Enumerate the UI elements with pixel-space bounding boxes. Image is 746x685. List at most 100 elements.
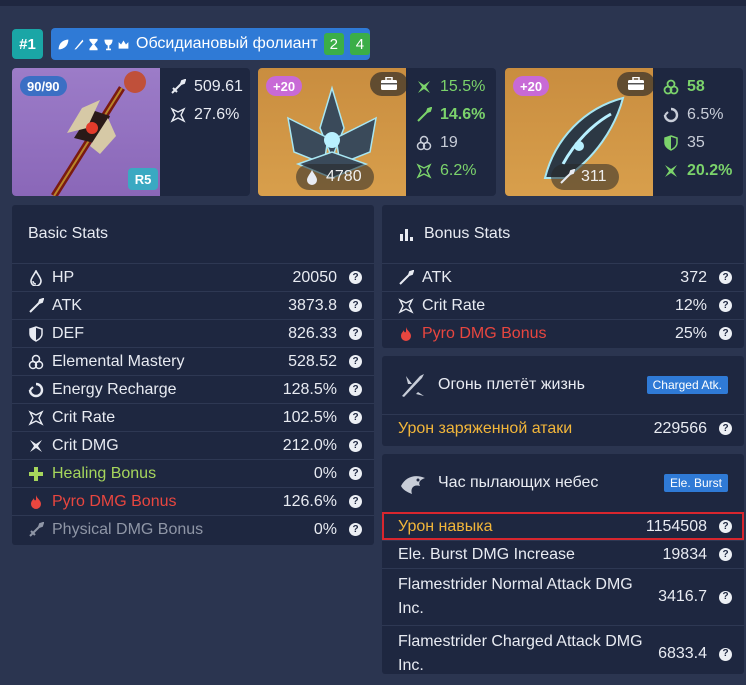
set-icons [57, 38, 130, 51]
bonus-row-pyro-dmg-bonus: Pyro DMG Bonus 25% ? [382, 319, 744, 347]
artifact-card-circlet[interactable]: +20 311 58 6.5% 35 20.2% [505, 68, 743, 196]
help-icon[interactable]: ? [719, 520, 732, 533]
bonus-stats-header: Bonus Stats [382, 205, 744, 263]
toolbox-icon [381, 77, 397, 90]
artifact1-substat-2: 14.6% [416, 104, 485, 125]
help-icon[interactable]: ? [349, 271, 362, 284]
stat-row-physical-dmg-bonus: Physical DMG Bonus 0% ? [12, 515, 374, 543]
stat-row-pyro-dmg-bonus: Pyro DMG Bonus 126.6% ? [12, 487, 374, 515]
help-icon[interactable]: ? [719, 327, 732, 340]
def-shield-icon [664, 134, 678, 151]
stat-row-def: DEF 826.33 ? [12, 319, 374, 347]
set-count-4: 4 [349, 33, 370, 55]
hp-drop-icon [30, 269, 42, 286]
crit-dmg-icon [418, 80, 430, 93]
artifact-level-badge: +20 [266, 76, 303, 96]
toolbox-button[interactable] [370, 72, 408, 96]
basic-stats-header: Basic Stats [12, 205, 374, 263]
help-icon[interactable]: ? [719, 647, 732, 661]
artifact-main-stat: 311 [551, 164, 619, 190]
weapon-level-badge: 90/90 [20, 76, 67, 96]
stat-row-crit-dmg: Crit DMG 212.0% ? [12, 431, 374, 459]
atk-sword-icon [399, 269, 414, 285]
artifact-card-goblet[interactable]: +20 4780 15.5% 14.6% 19 6.2% [258, 68, 496, 196]
energy-recharge-icon [28, 382, 44, 397]
artifact-set-badge[interactable]: Обсидиановый фолиант 2 4 [51, 28, 370, 60]
artifact-level-badge: +20 [513, 76, 550, 96]
stat-row-atk: ATK 3873.8 ? [12, 291, 374, 319]
help-icon[interactable]: ? [349, 467, 362, 480]
hourglass-icon [89, 38, 98, 50]
help-icon[interactable]: ? [719, 548, 732, 561]
artifact1-substat-4: 6.2% [416, 160, 485, 181]
stat-row-energy-recharge: Energy Recharge 128.5% ? [12, 375, 374, 403]
crit-rate-icon [398, 297, 414, 314]
basic-stats-panel: Basic Stats HP 20050 ? ATK 3873.8 ? DEF … [12, 205, 374, 545]
rank-badge: #1 [12, 29, 43, 59]
artifact2-substat-4: 20.2% [663, 160, 732, 181]
weapon-card[interactable]: 90/90 R5 509.61 27.6% [12, 68, 250, 196]
healing-cross-icon [29, 466, 43, 481]
talent-type-tag: Charged Atk. [646, 376, 728, 394]
help-icon[interactable]: ? [719, 422, 732, 435]
physical-sword-icon [29, 521, 44, 537]
atk-sword-icon [417, 106, 432, 122]
toolbox-icon [628, 77, 644, 90]
def-shield-icon [29, 325, 43, 342]
refinement-badge: R5 [128, 168, 158, 190]
talent-type-tag: Ele. Burst [663, 474, 728, 492]
set-name: Обсидиановый фолиант [136, 35, 318, 52]
artifact-main-stat: 4780 [296, 164, 374, 190]
bonus-stats-title: Bonus Stats [424, 225, 511, 242]
crit-dmg-icon [30, 439, 42, 452]
help-icon[interactable]: ? [349, 299, 362, 312]
help-icon[interactable]: ? [719, 271, 732, 284]
help-icon[interactable]: ? [719, 590, 732, 604]
hp-drop-icon [307, 170, 317, 185]
talent2-row-skill-dmg: Урон навыка 1154508 ? [382, 512, 744, 540]
bonus-row-atk: ATK 372 ? [382, 263, 744, 291]
stat-row-crit-rate: Crit Rate 102.5% ? [12, 403, 374, 431]
elemental-mastery-icon [28, 354, 44, 369]
elemental-mastery-icon [663, 79, 679, 94]
weapon-stat-atk: 509.61 [170, 76, 243, 97]
talent-elemental-burst-name: Час пылающих небес [438, 474, 599, 491]
help-icon[interactable]: ? [719, 299, 732, 312]
bar-chart-icon [400, 229, 413, 241]
elemental-mastery-icon [416, 135, 432, 150]
set-count-2: 2 [323, 33, 344, 55]
top-bar [0, 0, 746, 6]
help-icon[interactable]: ? [349, 383, 362, 396]
help-icon[interactable]: ? [349, 439, 362, 452]
weapon-stat-crit-rate: 27.6% [170, 104, 243, 125]
pyro-flame-icon [31, 494, 41, 509]
talent2-row-charged-attack-inc: Flamestrider Charged Attack DMG Inc. 683… [382, 625, 744, 682]
help-icon[interactable]: ? [349, 355, 362, 368]
talent-elemental-burst-panel: Час пылающих небес Ele. Burst Урон навык… [382, 454, 744, 674]
help-icon[interactable]: ? [349, 523, 362, 536]
talent2-row-normal-attack-inc: Flamestrider Normal Attack DMG Inc. 3416… [382, 568, 744, 625]
talent-flame-beast-icon [401, 476, 425, 494]
atk-sword-icon [29, 297, 44, 313]
goblet-icon [104, 39, 113, 50]
stat-row-healing-bonus: Healing Bonus 0% ? [12, 459, 374, 487]
help-icon[interactable]: ? [349, 495, 362, 508]
feather-icon [74, 39, 84, 49]
crit-rate-icon [28, 409, 44, 426]
help-icon[interactable]: ? [349, 411, 362, 424]
talent-elemental-burst-header: Час пылающих небес Ele. Burst [382, 454, 744, 512]
stat-row-hp: HP 20050 ? [12, 263, 374, 291]
artifact2-substat-1: 58 [663, 76, 732, 97]
bonus-stats-panel: Bonus Stats ATK 372 ? Crit Rate 12% ? Py… [382, 205, 744, 348]
atk-sword-icon [560, 169, 575, 184]
crit-dmg-icon [665, 164, 677, 177]
crit-rate-icon [416, 162, 432, 179]
pyro-flame-icon [401, 326, 411, 341]
talent-charged-attack-name: Огонь плетёт жизнь [438, 376, 585, 393]
bonus-row-crit-rate: Crit Rate 12% ? [382, 291, 744, 319]
help-icon[interactable]: ? [349, 327, 362, 340]
artifact1-substat-1: 15.5% [416, 76, 485, 97]
toolbox-button[interactable] [617, 72, 655, 96]
talent1-row-charged-dmg: Урон заряженной атаки 229566 ? [382, 414, 744, 442]
crown-icon [118, 39, 129, 49]
